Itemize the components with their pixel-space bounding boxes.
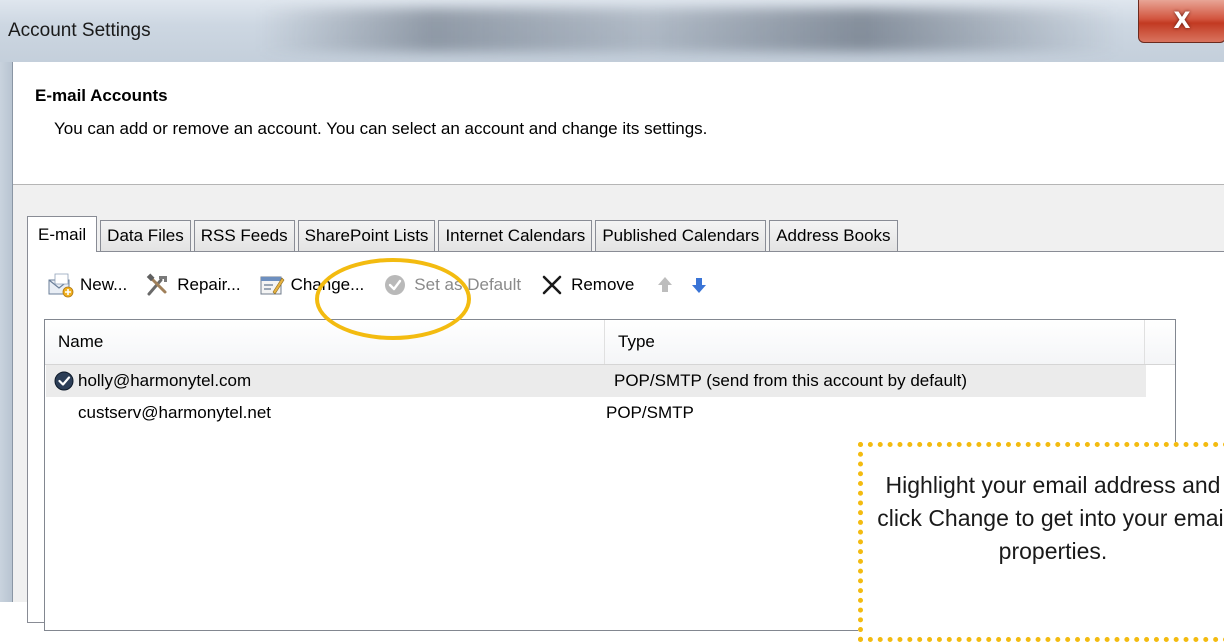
tab-data-files[interactable]: Data Files: [100, 220, 191, 251]
tab-rss-feeds[interactable]: RSS Feeds: [193, 220, 295, 251]
tab-strip: E-mail Data Files RSS Feeds SharePoint L…: [27, 215, 901, 252]
table-row[interactable]: custserv@harmonytel.net POP/SMTP: [46, 397, 1146, 429]
header-band: E-mail Accounts You can add or remove an…: [13, 62, 1224, 185]
section-description: You can add or remove an account. You ca…: [54, 119, 708, 138]
highlight-ellipse: [315, 258, 471, 340]
new-account-icon: [48, 272, 74, 298]
remove-button[interactable]: Remove: [539, 272, 634, 298]
tab-address-books[interactable]: Address Books: [769, 220, 898, 251]
account-name: holly@harmonytel.com: [78, 371, 252, 390]
tab-internet-calendars[interactable]: Internet Calendars: [438, 220, 593, 251]
close-icon: X: [1173, 8, 1191, 34]
list-header: Name Type: [45, 320, 1175, 365]
repair-button-label: Repair...: [177, 275, 241, 294]
section-title: E-mail Accounts: [35, 86, 168, 105]
x-icon: [539, 272, 565, 298]
repair-button[interactable]: Repair...: [145, 272, 241, 298]
tab-email[interactable]: E-mail: [27, 216, 98, 252]
title-bar[interactable]: Account Settings: [0, 0, 1224, 62]
column-header-name[interactable]: Name: [45, 320, 605, 364]
close-button[interactable]: X: [1138, 0, 1224, 43]
instruction-callout: Highlight your email address and click C…: [858, 442, 1224, 642]
new-button[interactable]: New...: [48, 272, 127, 298]
tab-sharepoint-lists[interactable]: SharePoint Lists: [297, 220, 436, 251]
tab-published-calendars[interactable]: Published Calendars: [595, 220, 767, 251]
table-row[interactable]: holly@harmonytel.com POP/SMTP (send from…: [46, 365, 1146, 397]
down-arrow-icon: [686, 272, 712, 298]
account-type: POP/SMTP (send from this account by defa…: [614, 371, 968, 390]
column-header-type[interactable]: Type: [605, 320, 1145, 364]
remove-button-label: Remove: [571, 275, 635, 294]
change-settings-icon: [259, 272, 285, 298]
up-arrow-icon: [652, 272, 678, 298]
window-title: Account Settings: [8, 20, 151, 41]
callout-text: Highlight your email address and click C…: [877, 472, 1224, 564]
move-up-button[interactable]: [652, 272, 678, 298]
account-type: POP/SMTP: [606, 403, 694, 422]
account-name: custserv@harmonytel.net: [78, 403, 272, 422]
move-down-button[interactable]: [686, 272, 712, 298]
new-button-label: New...: [80, 275, 128, 294]
default-account-icon: [54, 371, 74, 391]
window-frame-left: [0, 62, 12, 602]
repair-tools-icon: [145, 272, 171, 298]
